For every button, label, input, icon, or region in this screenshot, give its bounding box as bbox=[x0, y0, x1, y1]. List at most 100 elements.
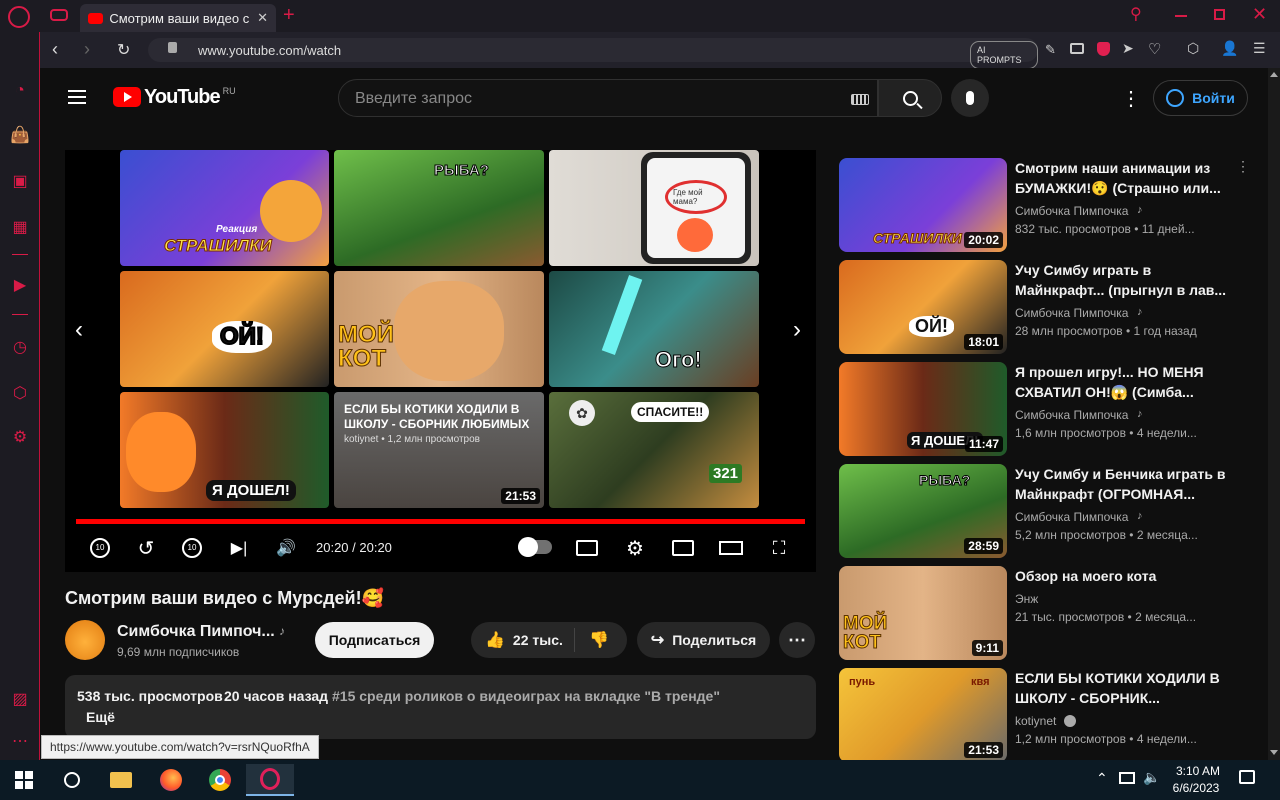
endscreen-tile-7[interactable]: Я ДОШЕЛ! bbox=[120, 392, 329, 508]
like-button[interactable]: 👍 22 тыс. bbox=[471, 628, 575, 652]
gallery-icon[interactable]: ▨ bbox=[9, 688, 31, 710]
endscreen-tile-8[interactable]: ЕСЛИ БЫ КОТИКИ ХОДИЛИ В ШКОЛУ - СБОРНИК … bbox=[334, 392, 544, 508]
hamburger-menu-icon[interactable] bbox=[68, 90, 86, 104]
endscreen-tile-9[interactable]: ✿ СПАСИТЕ!! 321 bbox=[549, 392, 759, 508]
opera-gx-taskbar-icon[interactable] bbox=[246, 764, 294, 796]
send-icon[interactable]: ➤ bbox=[1122, 40, 1134, 57]
file-explorer-icon[interactable] bbox=[101, 764, 141, 796]
subscribe-button[interactable]: Подписаться bbox=[315, 622, 434, 658]
youtube-logo[interactable]: YouTube RU bbox=[113, 86, 236, 108]
prev-endscreen-icon[interactable]: ‹ bbox=[75, 316, 83, 344]
rec-channel[interactable]: Симбочка Пимпочка bbox=[1015, 408, 1128, 422]
chrome-icon[interactable] bbox=[200, 764, 240, 796]
endscreen-tile-6[interactable]: Ого! bbox=[549, 271, 759, 387]
endscreen-tile-4[interactable]: ОЙ! bbox=[120, 271, 329, 387]
page-scrollbar[interactable] bbox=[1268, 68, 1280, 760]
forward-icon[interactable]: › bbox=[84, 39, 90, 60]
settings-gear-icon[interactable]: ⚙ bbox=[621, 534, 649, 562]
ai-prompts-button[interactable]: AI PROMPTS bbox=[970, 41, 1038, 69]
rec-menu-icon[interactable]: ⋮ bbox=[1236, 158, 1250, 175]
tab-close-icon[interactable]: ✕ bbox=[257, 10, 268, 26]
back-icon[interactable]: ‹ bbox=[52, 39, 58, 60]
history-icon[interactable]: ◷ bbox=[9, 336, 31, 358]
autoplay-toggle[interactable] bbox=[518, 537, 552, 557]
rec-thumbnail-2[interactable]: ОЙ! 18:01 bbox=[839, 260, 1007, 354]
more-actions-button[interactable]: ⋯ bbox=[779, 622, 815, 658]
rec-channel[interactable]: Симбочка Пимпочка bbox=[1015, 510, 1128, 524]
restore-button[interactable] bbox=[1214, 9, 1225, 20]
rec-thumbnail-4[interactable]: РЫБА? 28:59 bbox=[839, 464, 1007, 558]
notification-icon[interactable] bbox=[1239, 770, 1255, 784]
signin-button[interactable]: Войти bbox=[1153, 80, 1248, 116]
rec-title[interactable]: Учу Симбу играть в Майнкрафт... (прыгнул… bbox=[1015, 260, 1230, 300]
extensions-icon[interactable]: ⬡ bbox=[9, 382, 31, 404]
edit-icon[interactable]: ✎ bbox=[1045, 42, 1056, 58]
rec-thumbnail-6[interactable]: пунь квя 21:53 bbox=[839, 668, 1007, 760]
theater-mode-icon[interactable] bbox=[717, 534, 745, 562]
rec-channel[interactable]: Энж bbox=[1015, 592, 1038, 606]
shopping-icon[interactable]: 👜 bbox=[9, 124, 31, 146]
rewind-10-icon[interactable]: 10 bbox=[86, 534, 114, 562]
clock-date[interactable]: 6/6/2023 bbox=[1166, 781, 1226, 795]
minimize-button[interactable] bbox=[1175, 15, 1187, 17]
shield-icon[interactable] bbox=[1097, 42, 1110, 56]
rec-title[interactable]: Обзор на моего кота bbox=[1015, 566, 1230, 586]
tray-chevron-icon[interactable]: ⌃ bbox=[1096, 770, 1108, 787]
miniplayer-icon[interactable] bbox=[669, 534, 697, 562]
endscreen-tile-3[interactable]: Где мой мама? bbox=[549, 150, 759, 266]
more-sidebar-icon[interactable]: ⋯ bbox=[9, 730, 31, 752]
dislike-button[interactable]: 👎 bbox=[575, 630, 609, 650]
endscreen-tile-5[interactable]: МОЙ КОТ bbox=[334, 271, 544, 387]
rec-channel[interactable]: Симбочка Пимпочка bbox=[1015, 306, 1128, 320]
opera-menu-icon[interactable] bbox=[8, 6, 30, 28]
description-box[interactable]: 538 тыс. просмотров 20 часов назад #15 с… bbox=[65, 675, 816, 739]
endscreen-tile-2[interactable]: РЫБА? bbox=[334, 150, 544, 266]
rec-channel[interactable]: Симбочка Пимпочка bbox=[1015, 204, 1128, 218]
rec-channel[interactable]: kotiynet bbox=[1015, 714, 1076, 728]
twitch-icon[interactable]: ▣ bbox=[9, 170, 31, 192]
new-tab-button[interactable]: + bbox=[283, 4, 295, 27]
windows-start-icon[interactable] bbox=[4, 764, 44, 796]
cube-icon[interactable]: ⬡ bbox=[1187, 40, 1199, 57]
channel-name[interactable]: Симбочка Пимпоч... bbox=[117, 623, 275, 641]
profile-icon[interactable]: 👤 bbox=[1221, 40, 1238, 57]
rec-title[interactable]: Учу Симбу и Бенчика играть в Майнкрафт (… bbox=[1015, 464, 1230, 504]
gamepad-tab-icon[interactable] bbox=[50, 9, 68, 21]
share-button[interactable]: ↪ Поделиться bbox=[637, 622, 770, 658]
camera-icon[interactable] bbox=[1070, 43, 1084, 54]
easy-setup-icon[interactable]: ☰ bbox=[1253, 40, 1266, 57]
url-field[interactable]: www.youtube.com/watch AI PROMPTS bbox=[148, 38, 1038, 69]
speed-dial-icon[interactable]: ◔ bbox=[9, 80, 31, 102]
next-video-icon[interactable]: ▶| bbox=[225, 534, 253, 562]
forward-10-icon[interactable]: 10 bbox=[178, 534, 206, 562]
endscreen-tile-1[interactable]: Реакция СТРАШИЛКИ bbox=[120, 150, 329, 266]
trend-label[interactable]: #15 среди роликов о видеоиграх на вкладк… bbox=[332, 688, 720, 704]
rec-title[interactable]: ЕСЛИ БЫ КОТИКИ ХОДИЛИ В ШКОЛУ - СБОРНИК.… bbox=[1015, 668, 1230, 708]
rec-title[interactable]: Я прошел игру!... НО МЕНЯ СХВАТИЛ ОН!😱 (… bbox=[1015, 362, 1230, 402]
voice-search-button[interactable] bbox=[951, 79, 989, 117]
fullscreen-icon[interactable]: ⛶ bbox=[765, 534, 793, 562]
search-tabs-icon[interactable]: ⚲ bbox=[1130, 4, 1142, 24]
heart-icon[interactable]: ♡ bbox=[1148, 40, 1161, 58]
settings-dots-icon[interactable]: ⋮ bbox=[1121, 86, 1141, 111]
volume-icon[interactable]: 🔊 bbox=[272, 534, 300, 562]
firefox-icon[interactable] bbox=[151, 764, 191, 796]
settings-icon[interactable]: ⚙ bbox=[9, 426, 31, 448]
channel-avatar[interactable] bbox=[65, 620, 105, 660]
progress-bar[interactable] bbox=[76, 519, 805, 524]
close-window-button[interactable]: ✕ bbox=[1252, 4, 1267, 25]
replay-icon[interactable]: ↺ bbox=[132, 534, 160, 562]
rec-thumbnail-1[interactable]: СТРАШИЛКИ 20:02 bbox=[839, 158, 1007, 252]
player-icon[interactable]: ▶ bbox=[9, 274, 31, 296]
cpu-icon[interactable]: ▦ bbox=[9, 216, 31, 238]
search-button[interactable] bbox=[878, 79, 942, 117]
reload-icon[interactable]: ↻ bbox=[117, 40, 130, 60]
rec-thumbnail-5[interactable]: МОЙ КОТ 9:11 bbox=[839, 566, 1007, 660]
rec-title[interactable]: Смотрим наши анимации из БУМАЖКИ!😯 (Стра… bbox=[1015, 158, 1230, 198]
subtitles-icon[interactable] bbox=[573, 534, 601, 562]
more-description-link[interactable]: Ещё bbox=[86, 709, 115, 725]
next-endscreen-icon[interactable]: › bbox=[793, 316, 801, 344]
rec-thumbnail-3[interactable]: Я ДОШЕЛ! 11:47 bbox=[839, 362, 1007, 456]
video-player[interactable]: Реакция СТРАШИЛКИ РЫБА? Где мой мама? ОЙ… bbox=[65, 150, 816, 572]
clock-time[interactable]: 3:10 AM bbox=[1172, 764, 1224, 778]
